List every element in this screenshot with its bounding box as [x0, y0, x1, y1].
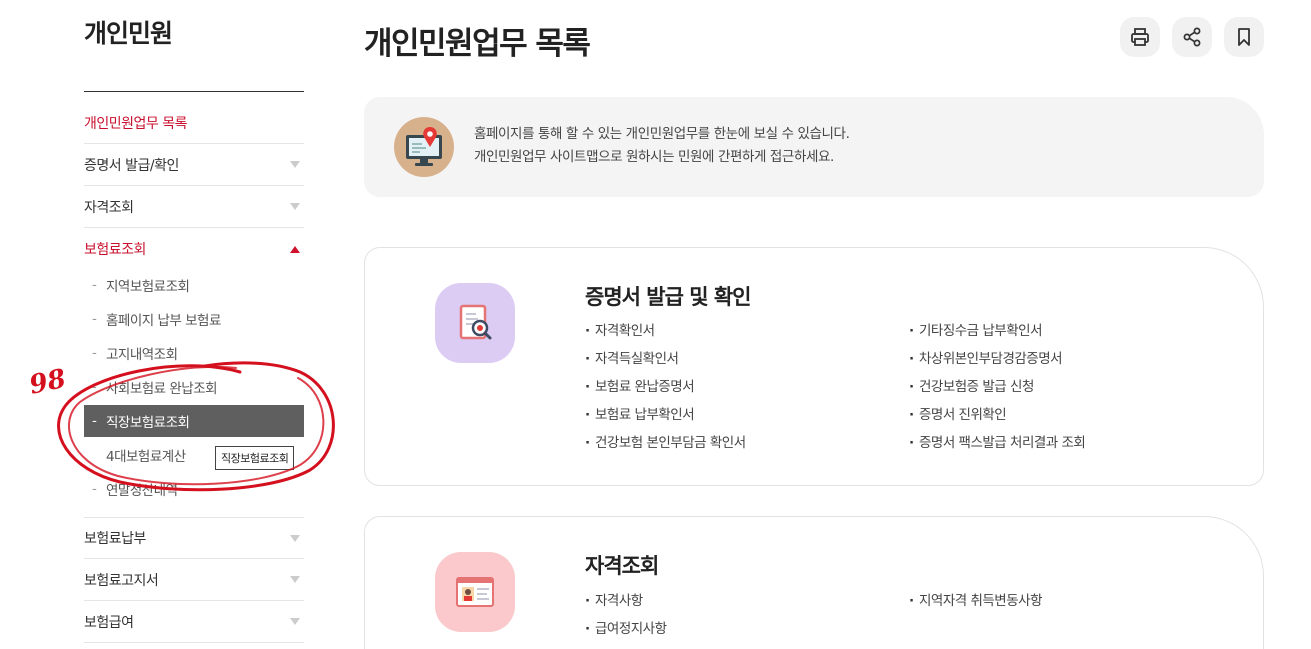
chevron-down-icon	[290, 534, 300, 542]
chevron-down-icon	[290, 576, 300, 583]
submenu-item-label: 고지내역조회	[106, 347, 178, 363]
submenu-item-label: 지역보험료조회	[106, 279, 190, 295]
annotation-text: 98	[27, 364, 69, 401]
menu-item-label: 자격조회	[84, 199, 134, 216]
card-title: 증명서 발급 및 확인	[585, 285, 751, 309]
sidebar-title: 개인민원	[84, 19, 173, 48]
page-title: 개인민원업무 목록	[364, 26, 591, 62]
menu-item-label: 보험료납부	[84, 531, 146, 547]
chevron-down-icon	[290, 161, 300, 168]
link-item[interactable]: 증명서 팩스발급 처리결과 조회	[909, 429, 1086, 457]
submenu-item-year-end-tax[interactable]: - 연말정산내역	[84, 473, 304, 505]
link-item[interactable]: 증명서 진위확인	[909, 401, 1085, 429]
link-list-left: 자격사항 급여정지사항	[585, 587, 667, 643]
submenu-item-notice-history[interactable]: - 고지내역조회	[84, 337, 304, 369]
link-item[interactable]: 차상위본인부담경감증명서	[909, 345, 1085, 373]
submenu-item-label: 연말정산내역	[106, 483, 178, 499]
link-item[interactable]: 급여정지사항	[585, 615, 667, 643]
intro-text: 홈페이지를 통해 할 수 있는 개인민원업무를 한눈에 보실 수 있습니다. 개…	[474, 123, 850, 169]
link-list-right: 기타징수금 납부확인서 차상위본인부담경감증명서 건강보험증 발급 신청 증명서…	[909, 317, 1086, 457]
print-icon	[1131, 28, 1149, 46]
chevron-up-icon	[290, 245, 300, 253]
menu-item-certificates[interactable]: 증명서 발급/확인	[84, 144, 304, 186]
link-list-left: 자격확인서 자격득실확인서 보험료 완납증명서 보험료 납부확인서 건강보험 본…	[585, 317, 746, 457]
submenu-item-social-insurance-paid[interactable]: - 사회보험료 완납조회	[84, 371, 304, 403]
menu-item-civil-list[interactable]: 개인민원업무 목록	[84, 102, 304, 144]
chevron-down-icon	[290, 203, 300, 210]
menu-item-qualification[interactable]: 자격조회	[84, 186, 304, 228]
submenu-item-label: 홈페이지 납부 보험료	[106, 313, 221, 329]
menu-item-label: 보험급여	[84, 614, 134, 631]
share-button[interactable]	[1172, 17, 1212, 57]
menu-item-label: 보험료고지서	[84, 572, 159, 589]
share-icon	[1183, 27, 1201, 47]
link-item[interactable]: 자격사항	[585, 587, 667, 615]
submenu-item-homepage-payment[interactable]: - 홈페이지 납부 보험료	[84, 303, 304, 335]
service-card-qualification: 자격조회 자격사항 급여정지사항 지역자격 취득변동사항	[364, 516, 1264, 649]
menu-item-label: 증명서 발급/확인	[84, 157, 179, 174]
service-card-certificates: 증명서 발급 및 확인 자격확인서 자격득실확인서 보험료 완납증명서 보험료 …	[364, 247, 1264, 486]
link-item[interactable]: 자격확인서	[585, 317, 746, 345]
tooltip: 직장보험료조회	[215, 446, 295, 470]
link-item[interactable]: 보험료 완납증명서	[585, 373, 746, 401]
intro-banner: 홈페이지를 통해 할 수 있는 개인민원업무를 한눈에 보실 수 있습니다. 개…	[364, 97, 1264, 197]
submenu-item-label: 4대보험료계산	[106, 449, 186, 465]
menu-item-premium-bill[interactable]: 보험료고지서	[84, 559, 304, 601]
sidebar-divider	[84, 91, 304, 92]
submenu-item-label: 사회보험료 완납조회	[106, 381, 218, 397]
link-item[interactable]: 지역자격 취득변동사항	[909, 587, 1043, 615]
monitor-location-icon	[394, 117, 454, 177]
submenu-item-label: 직장보험료조회	[106, 415, 190, 431]
link-item[interactable]: 자격득실확인서	[585, 345, 746, 373]
submenu-item-regional-premium[interactable]: - 지역보험료조회	[84, 269, 304, 301]
link-item[interactable]: 건강보험증 발급 신청	[909, 373, 1085, 401]
chevron-down-icon	[290, 618, 300, 625]
print-button[interactable]	[1120, 17, 1160, 57]
link-item[interactable]: 건강보험 본인부담금 확인서	[585, 429, 746, 457]
menu-item-label: 보험료조회	[84, 242, 146, 258]
menu-item-label: 개인민원업무 목록	[84, 115, 188, 132]
menu-item-premium-inquiry[interactable]: 보험료조회	[84, 228, 304, 270]
certificate-search-icon	[435, 283, 515, 363]
link-item[interactable]: 보험료 납부확인서	[585, 401, 746, 429]
link-item[interactable]: 기타징수금 납부확인서	[909, 317, 1085, 345]
menu-item-premium-payment[interactable]: 보험료납부	[84, 517, 304, 559]
intro-line: 홈페이지를 통해 할 수 있는 개인민원업무를 한눈에 보실 수 있습니다.	[474, 126, 850, 142]
menu-item-insurance-benefits[interactable]: 보험급여	[84, 601, 304, 643]
card-title: 자격조회	[585, 554, 659, 578]
bookmark-icon	[1238, 28, 1250, 46]
submenu-item-workplace-premium[interactable]: - 직장보험료조회	[84, 405, 304, 437]
bookmark-button[interactable]	[1224, 17, 1264, 57]
id-card-icon	[435, 552, 515, 632]
intro-line: 개인민원업무 사이트맵으로 원하시는 민원에 간편하게 접근하세요.	[474, 149, 834, 165]
link-list-right: 지역자격 취득변동사항	[909, 587, 1043, 615]
